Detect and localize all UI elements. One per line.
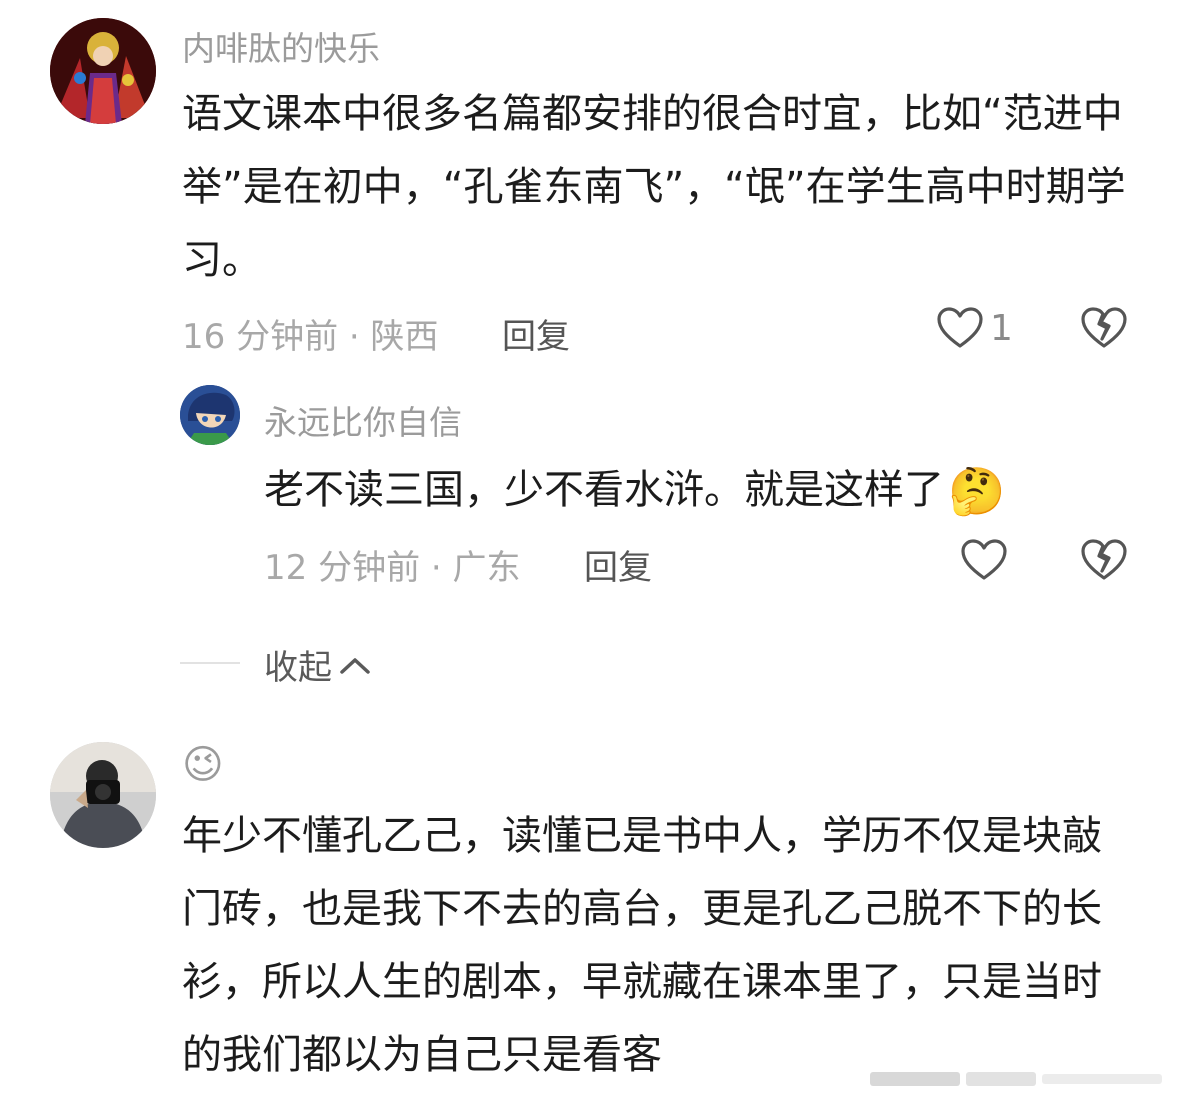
comment: 😉 年少不懂孔乙己，读懂已是书中人，学历不仅是块敲门砖，也是我下不去的高台，更是… — [0, 730, 1179, 1105]
comment-text: 语文课本中很多名篇都安排的很合时宜，比如“范进中举”是在初中，“孔雀东南飞”，“… — [182, 91, 1126, 283]
avatar[interactable] — [180, 385, 240, 445]
heart-icon[interactable] — [960, 538, 1008, 582]
comment: 内啡肽的快乐 语文课本中很多名篇都安排的很合时宜，比如“范进中举”是在初中，“孔… — [0, 0, 1179, 370]
avatar[interactable] — [50, 18, 156, 124]
reply-time-location: 12 分钟前 · 广东 — [264, 548, 521, 588]
reply-text-row: 老不读三国，少不看水浒。就是这样了🤔 — [264, 454, 1144, 528]
reply-comment: 永远比你自信 老不读三国，少不看水浒。就是这样了🤔 12 分钟前 · 广东 回复 — [0, 370, 1179, 600]
comment-text: 年少不懂孔乙己，读懂已是书中人，学历不仅是块敲门砖，也是我下不去的高台，更是孔乙… — [182, 813, 1102, 1078]
collapse-button[interactable]: 收起 — [264, 640, 372, 689]
broken-heart-icon[interactable] — [1080, 306, 1128, 350]
reply-button[interactable]: 回复 — [502, 309, 570, 358]
watermark-bar — [870, 1068, 1170, 1090]
comment-username[interactable]: 内啡肽的快乐 — [182, 22, 380, 70]
thinking-emoji-icon: 🤔 — [948, 464, 1006, 518]
collapse-divider — [180, 662, 240, 664]
chevron-up-icon — [338, 654, 372, 676]
anime-avatar-icon — [180, 385, 240, 445]
photographer-avatar-icon — [50, 742, 156, 848]
heart-icon[interactable] — [936, 306, 984, 350]
reply-text: 老不读三国，少不看水浒。就是这样了 — [264, 467, 944, 513]
wink-emoji-icon[interactable]: 😉 — [182, 742, 224, 788]
reply-username[interactable]: 永远比你自信 — [264, 396, 462, 444]
opera-avatar-icon — [50, 18, 156, 124]
comment-time-location: 16 分钟前 · 陕西 — [182, 317, 439, 357]
broken-heart-icon[interactable] — [1080, 538, 1128, 582]
reply-button[interactable]: 回复 — [584, 540, 652, 589]
avatar[interactable] — [50, 742, 156, 848]
like-count: 1 — [990, 308, 1013, 349]
collapse-label: 收起 — [264, 648, 332, 688]
